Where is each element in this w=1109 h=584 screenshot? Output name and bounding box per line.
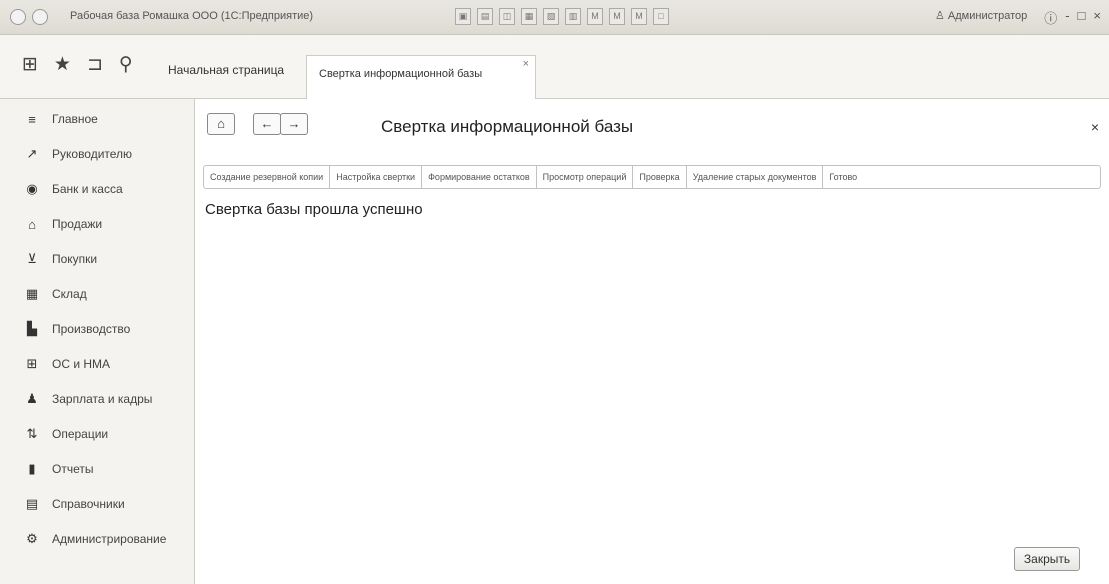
tab-active-document[interactable]: Свертка информационной базы × [306,55,536,100]
tab-home[interactable]: Начальная страница [168,63,284,77]
window-controls: ⓘ - □ × [1044,8,1101,27]
wizard-step[interactable]: Готово [823,166,863,188]
app-menu-icon[interactable] [10,9,26,25]
sidebar-item[interactable]: ▙ Производство [24,317,130,341]
catalog-icon: ▤ [25,496,39,511]
user-name[interactable]: ♙ Администратор [935,9,1027,22]
sidebar: ≡ Главное ↗ Руководителю ◉ Банк и касса ⌂ Прода… [0,99,195,584]
sidebar-item-label: Администрирование [52,532,167,546]
sidebar-item[interactable]: ◉ Банк и касса [24,177,123,201]
mr-icon[interactable]: M [631,8,647,25]
reports-icon: ▮ [28,461,36,476]
forward-arrow-icon[interactable]: → [280,113,308,135]
sidebar-item[interactable]: ≡ Главное [24,107,98,131]
tabs-panel: ⊞ ★ ⊐ ⚲ Начальная страница Свертка инфор… [0,35,1109,100]
sidebar-item[interactable]: ⌂ Продажи [24,212,102,236]
cart-icon: ⊻ [27,251,37,266]
sidebar-item-label: Продажи [52,217,103,231]
sidebar-item[interactable]: ♟ Зарплата и кадры [24,387,152,411]
sidebar-item[interactable]: ▮ Отчеты [24,457,93,481]
sidebar-item-label: Справочники [52,497,125,511]
sidebar-item-label: Покупки [52,252,98,266]
close-form-icon[interactable]: × [1091,119,1099,135]
title-bar: Рабочая база Ромашка ООО (1С:Предприятие… [0,0,1109,35]
sidebar-item-label: Производство [52,322,131,336]
preview-icon[interactable]: ◫ [499,8,515,25]
warehouse-icon: ▦ [25,286,39,301]
close-window-icon[interactable]: × [1093,8,1101,27]
wizard-steps: Создание резервной копии Настройка свертк… [203,165,1101,189]
chart-icon: ↗ [26,146,38,161]
sidebar-item[interactable]: ⇅ Операции [24,422,109,446]
window-title: Рабочая база Ромашка ООО (1С:Предприятие… [70,10,314,22]
factory-icon: ▙ [27,321,37,336]
wizard-step[interactable]: Формирование остатков [422,166,537,188]
page-title: Свертка информационной базы [381,117,634,136]
sidebar-item[interactable]: ▤ Справочники [24,492,125,516]
print-icon[interactable]: ▤ [477,8,493,25]
back-circle-icon[interactable] [32,9,48,25]
apps-grid-icon[interactable]: ⊞ [22,53,38,76]
sidebar-item-label: Операции [52,427,109,441]
save-icon[interactable]: ▣ [455,8,471,25]
sidebar-item-label: Зарплата и кадры [52,392,153,406]
sidebar-item[interactable]: ⚙ Администрирование [24,527,166,551]
mminus-icon[interactable]: M [609,8,625,25]
monitor-icon[interactable]: □ [653,8,669,25]
people-icon: ♟ [26,391,38,406]
close-tab-icon[interactable]: × [523,58,529,70]
wizard-step[interactable]: Удаление старых документов [687,166,824,188]
wizard-step[interactable]: Настройка свертки [330,166,423,188]
back-arrow-icon[interactable]: ← [253,113,281,135]
form-area: ⌂ ← → Свертка информационной базы × Созд… [195,99,1109,584]
sidebar-item[interactable]: ⊻ Покупки [24,247,97,271]
mplus-icon[interactable]: M [587,8,603,25]
history-icon[interactable]: ⊐ [87,53,103,76]
status-message: Свертка базы прошла успешно [205,201,423,218]
sidebar-item-label: Отчеты [52,462,94,476]
close-button[interactable]: Закрыть [1014,547,1080,571]
sidebar-item[interactable]: ↗ Руководителю [24,142,133,166]
sidebar-item-label: Главное [52,112,98,126]
wizard-step[interactable]: Проверка [633,166,687,188]
tab-label: Свертка информационной базы [319,68,483,80]
quick-icons: ⊞ ★ ⊐ ⚲ [22,53,133,76]
wizard-step[interactable]: Создание резервной копии [204,166,331,188]
sidebar-item-label: Банк и касса [52,182,123,196]
doc-icon[interactable]: ▥ [565,8,581,25]
user-label: Администратор [947,10,1028,22]
wizard-step[interactable]: Просмотр операций [537,166,634,188]
assets-icon: ⊞ [26,356,38,371]
gear-icon: ⚙ [26,531,38,546]
info-icon[interactable]: ⓘ [1044,8,1057,27]
bank-icon: ◉ [26,181,38,196]
search-icon[interactable]: ⚲ [119,53,133,76]
toolbar-icons: ▣ ▤ ◫ ▦ ▧ ▥ M M M □ [455,8,669,25]
calendar-icon[interactable]: ▦ [521,8,537,25]
minimize-icon[interactable]: - [1065,8,1069,27]
menu-icon: ≡ [28,111,36,127]
home-icon[interactable]: ⌂ [207,113,235,135]
sidebar-item-label: Руководителю [52,147,133,161]
sidebar-item-label: ОС и НМА [52,357,111,371]
star-icon[interactable]: ★ [54,53,71,76]
sidebar-item-label: Склад [52,287,87,301]
sidebar-item[interactable]: ▦ Склад [24,282,87,306]
operations-icon: ⇅ [26,426,38,441]
calc-icon[interactable]: ▧ [543,8,559,25]
maximize-icon[interactable]: □ [1078,8,1086,27]
sales-icon: ⌂ [28,216,36,232]
sidebar-item[interactable]: ⊞ ОС и НМА [24,352,111,376]
